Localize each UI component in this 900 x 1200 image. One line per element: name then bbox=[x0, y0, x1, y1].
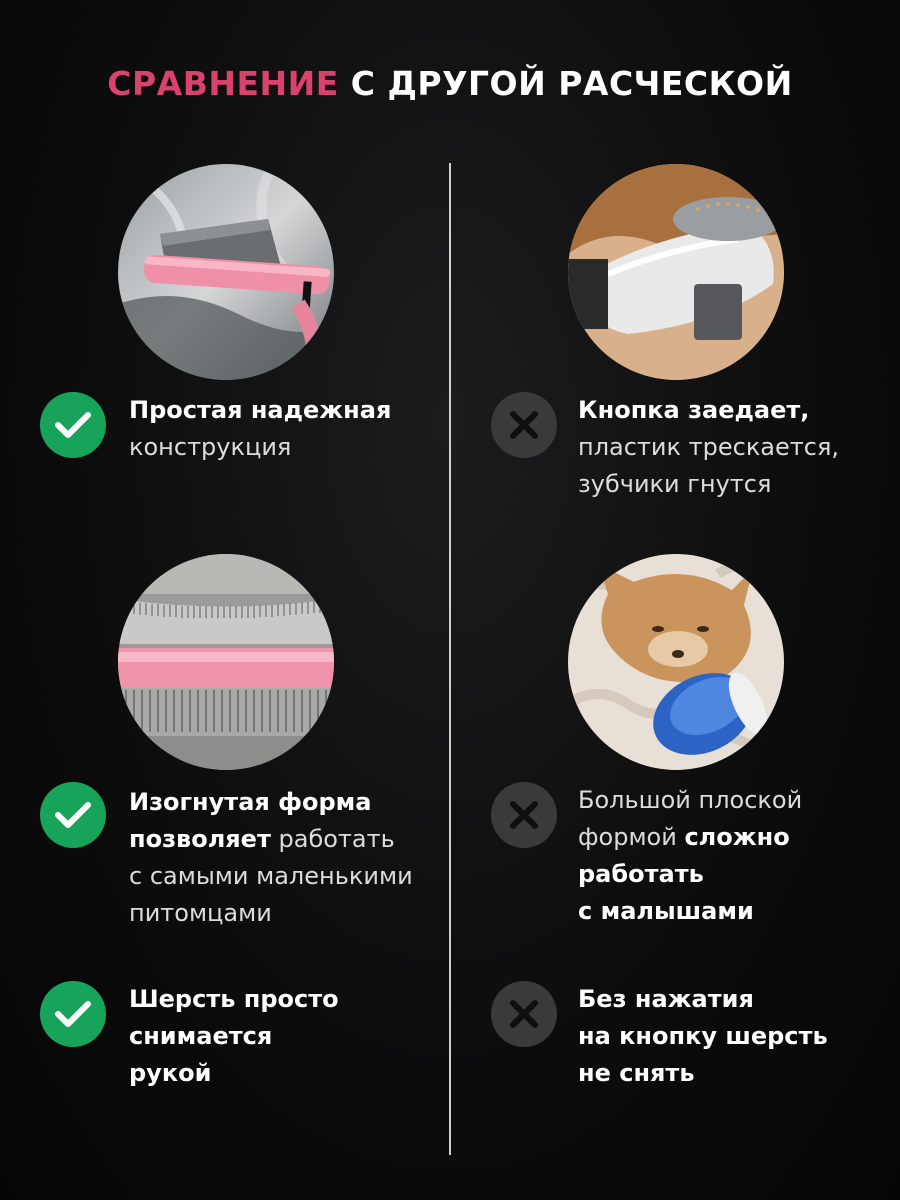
pro-text-bold: рукой bbox=[129, 1059, 212, 1087]
con-text-bold: работать bbox=[578, 860, 704, 888]
cross-icon bbox=[510, 1000, 538, 1028]
con-text-bold: сложно bbox=[684, 823, 790, 851]
check-badge bbox=[40, 981, 106, 1047]
con-text-normal: формой bbox=[578, 823, 685, 851]
con-text-normal: Большой плоской bbox=[578, 786, 803, 814]
check-icon bbox=[55, 1001, 91, 1027]
check-icon bbox=[55, 412, 91, 438]
title-accent: СРАВНЕНИЕ bbox=[107, 64, 339, 103]
pro-text-bold: Изогнутая форма bbox=[129, 788, 372, 816]
pro-text-normal: с самыми маленькими bbox=[129, 862, 413, 890]
center-divider bbox=[449, 163, 451, 1155]
con-text-normal: пластик трескается, bbox=[578, 433, 840, 461]
cross-badge bbox=[491, 782, 557, 848]
cross-icon bbox=[510, 411, 538, 439]
con-button-sticks: Кнопка заедает, пластик трескается, зубч… bbox=[578, 392, 839, 503]
pro-text-normal: конструкция bbox=[129, 433, 292, 461]
photo-slicker-brush-button bbox=[568, 164, 784, 380]
check-badge bbox=[40, 782, 106, 848]
page-title: СРАВНЕНИЕ С ДРУГОЙ РАСЧЕСКОЙ bbox=[0, 64, 900, 103]
pro-text-bold: позволяет bbox=[129, 825, 271, 853]
check-icon bbox=[55, 802, 91, 828]
pro-text-normal: работать bbox=[270, 825, 395, 853]
pro-text-normal: питомцами bbox=[129, 899, 272, 927]
pro-text-bold: снимается bbox=[129, 1022, 273, 1050]
pro-fur-removal: Шерсть просто снимается рукой bbox=[129, 981, 339, 1092]
title-rest: С ДРУГОЙ РАСЧЕСКОЙ bbox=[338, 64, 793, 103]
pro-text-bold: Простая надежная bbox=[129, 396, 392, 424]
con-text-bold: на кнопку шерсть bbox=[578, 1022, 828, 1050]
con-text-normal: зубчики гнутся bbox=[578, 470, 772, 498]
pro-simple-design: Простая надежная конструкция bbox=[129, 392, 391, 466]
cross-badge bbox=[491, 392, 557, 458]
cross-badge bbox=[491, 981, 557, 1047]
con-needs-button: Без нажатия на кнопку шерсть не снять bbox=[578, 981, 828, 1092]
pro-text-bold: Шерсть просто bbox=[129, 985, 339, 1013]
photo-comb-in-fur bbox=[118, 164, 334, 380]
con-flat-shape: Большой плоской формой сложно работать с… bbox=[578, 782, 802, 930]
con-text-bold: с малышами bbox=[578, 897, 754, 925]
photo-comb-closeup bbox=[118, 554, 334, 770]
pro-curved-shape: Изогнутая форма позволяет работать с сам… bbox=[129, 784, 413, 932]
con-text-bold: Кнопка заедает, bbox=[578, 396, 810, 424]
photo-chihuahua-with-brush bbox=[568, 554, 784, 770]
con-text-bold: Без нажатия bbox=[578, 985, 754, 1013]
con-text-bold: не снять bbox=[578, 1059, 695, 1087]
cross-icon bbox=[510, 801, 538, 829]
check-badge bbox=[40, 392, 106, 458]
